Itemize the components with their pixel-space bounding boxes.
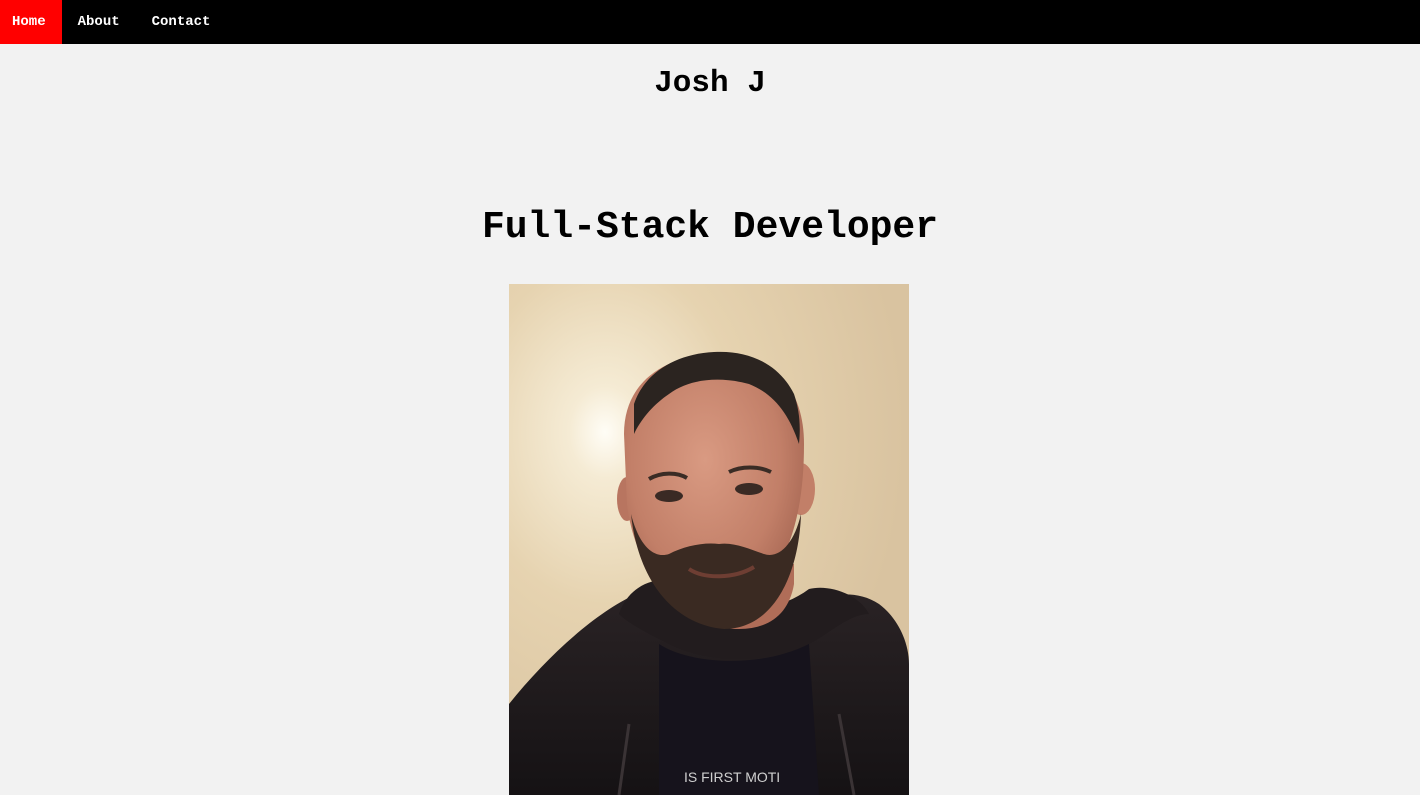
profile-photo: IS FIRST MOTI — [509, 284, 909, 795]
site-title: Josh J — [654, 66, 766, 101]
nav-link-home[interactable]: Home — [0, 0, 62, 44]
nav-link-about[interactable]: About — [62, 0, 136, 44]
hero-tagline: Full-Stack Developer — [481, 206, 939, 249]
svg-text:IS FIRST MOTI: IS FIRST MOTI — [684, 769, 780, 785]
top-navigation: Home About Contact — [0, 0, 1420, 44]
nav-link-contact[interactable]: Contact — [136, 0, 227, 44]
